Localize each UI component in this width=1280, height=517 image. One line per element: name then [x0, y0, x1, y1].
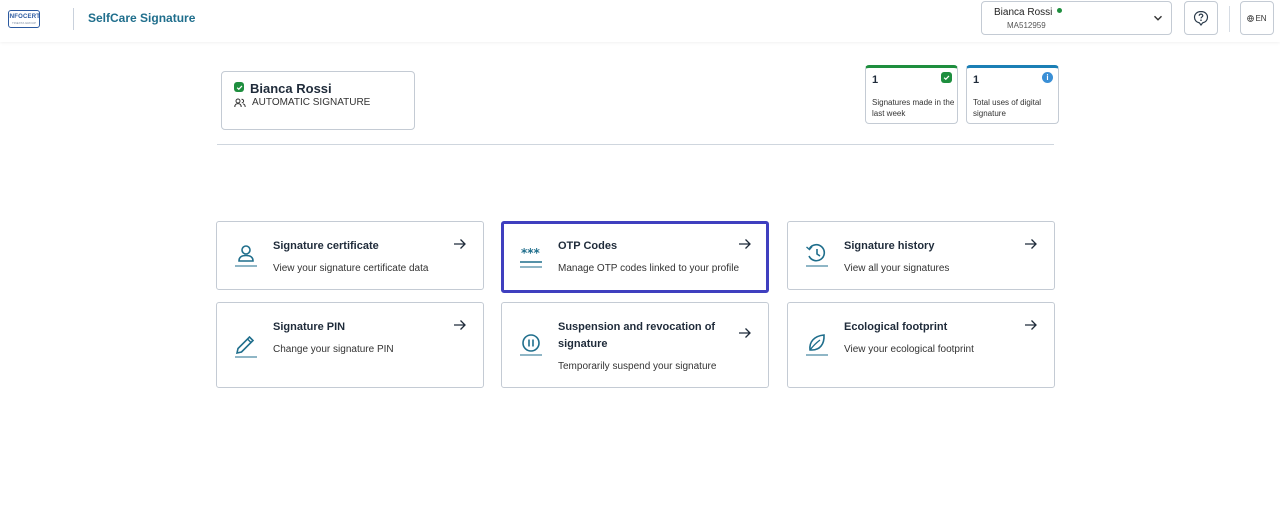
tile-suspension-revocation[interactable]: Suspension and revocation of signature T… — [501, 302, 769, 388]
arrow-right-icon — [454, 320, 466, 330]
profile-card: Bianca Rossi AUTOMATIC SIGNATURE — [221, 71, 415, 130]
header-user-name: Bianca Rossi — [994, 7, 1053, 18]
verified-check-icon — [234, 82, 244, 92]
chevron-down-icon — [1154, 15, 1162, 21]
tile-signature-pin[interactable]: Signature PIN Change your signature PIN — [216, 302, 484, 388]
tile-title: Suspension and revocation of signature — [558, 321, 716, 350]
logo-text: INFOCERT — [7, 13, 41, 20]
stat-value: 1 — [872, 74, 879, 86]
tile-description: View all your signatures — [844, 263, 950, 274]
tile-title: Signature history — [844, 240, 935, 252]
tile-description: Manage OTP codes linked to your profile — [558, 263, 740, 274]
tile-title: Signature certificate — [273, 240, 379, 252]
tile-description: Change your signature PIN — [273, 344, 394, 355]
language-button[interactable]: EN — [1240, 1, 1274, 35]
stat-label: Total uses of digital signature — [973, 98, 1042, 118]
tile-title: Ecological footprint — [844, 321, 948, 333]
language-label: EN — [1255, 13, 1267, 23]
header-divider-2 — [1229, 6, 1230, 32]
help-icon — [1193, 10, 1209, 26]
history-icon — [806, 243, 828, 267]
arrow-right-icon — [739, 328, 751, 338]
tile-description: View your signature certificate data — [273, 263, 429, 274]
stat-value: 1 — [973, 74, 980, 86]
otp-icon: *** — [520, 246, 542, 268]
tile-title: Signature PIN — [273, 321, 346, 333]
help-button[interactable] — [1184, 1, 1218, 35]
globe-icon — [1247, 14, 1255, 22]
tile-ecological-footprint[interactable]: Ecological footprint View your ecologica… — [787, 302, 1055, 388]
check-icon — [941, 72, 952, 83]
tile-signature-history[interactable]: Signature history View all your signatur… — [787, 221, 1055, 290]
leaf-icon — [806, 334, 828, 356]
tile-description: Temporarily suspend your signature — [558, 361, 717, 372]
user-account-dropdown[interactable]: Bianca Rossi MA512959 — [981, 1, 1172, 35]
tile-otp-codes[interactable]: *** OTP Codes Manage OTP codes linked to… — [501, 221, 769, 293]
arrow-right-icon — [1025, 239, 1037, 249]
person-icon — [235, 245, 257, 267]
stat-total-uses: 1 i Total uses of digital signature — [966, 65, 1059, 124]
top-header: INFOCERT TINEXTA GROUP SelfCare Signatur… — [0, 0, 1280, 42]
online-status-icon — [1057, 7, 1063, 13]
user-code: MA512959 — [1007, 21, 1046, 30]
user-name-row: Bianca Rossi — [994, 7, 1063, 18]
infocert-logo[interactable]: INFOCERT TINEXTA GROUP — [8, 10, 40, 28]
svg-text:***: *** — [521, 246, 541, 260]
stat-signatures-last-week: 1 Signatures made in the last week — [865, 65, 958, 124]
tile-signature-certificate[interactable]: Signature certificate View your signatur… — [216, 221, 484, 290]
tile-description: View your ecological footprint — [844, 344, 974, 355]
tile-title: OTP Codes — [558, 240, 618, 252]
stat-label: Signatures made in the last week — [872, 98, 955, 118]
info-icon: i — [1042, 72, 1053, 83]
arrow-right-icon — [1025, 320, 1037, 330]
users-icon — [234, 98, 246, 107]
logo-subtext: TINEXTA GROUP — [11, 20, 37, 25]
pause-icon — [520, 334, 542, 356]
arrow-right-icon — [454, 239, 466, 249]
profile-role-label: AUTOMATIC SIGNATURE — [252, 97, 371, 108]
arrow-right-icon — [739, 239, 751, 249]
app-title[interactable]: SelfCare Signature — [88, 11, 195, 25]
profile-role: AUTOMATIC SIGNATURE — [234, 97, 370, 108]
profile-name: Bianca Rossi — [250, 81, 332, 96]
section-divider — [217, 144, 1054, 145]
header-divider — [73, 8, 74, 30]
pencil-icon — [235, 335, 257, 358]
